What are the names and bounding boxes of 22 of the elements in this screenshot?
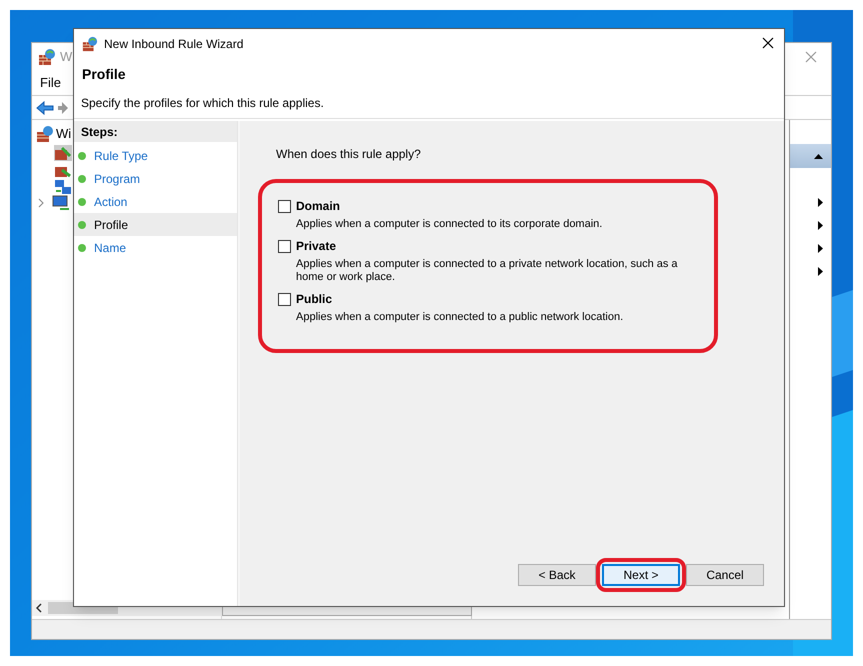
step-item[interactable]: Rule Type [74,144,237,167]
question-text: When does this rule apply? [275,146,422,163]
checkbox-label[interactable]: Domain [296,197,340,215]
window-title: W [60,48,72,66]
dialog-button[interactable]: Cancel [686,564,764,586]
option-description: Applies when a computer is connected to a public network location. [295,310,624,324]
step-item[interactable]: Action [74,190,237,213]
dialog-button[interactable]: < Back [518,564,596,586]
tree-item[interactable]: Wi [56,124,72,144]
step-item[interactable]: Name [74,236,237,259]
window-title: New Inbound Rule Wizard [104,36,244,53]
step-item[interactable]: Program [74,167,237,190]
dialog-button[interactable]: Next > [602,564,680,586]
checkbox-label[interactable]: Public [296,290,332,308]
checkbox-label[interactable]: Private [296,237,336,255]
page-heading: Profile [81,65,127,84]
step-item[interactable]: Profile [74,213,237,236]
menu-item[interactable]: File [40,73,61,93]
steps-heading: Steps: [74,121,237,142]
page-description: Specify the profiles for which this rule applies. [81,95,325,112]
option-description: Applies when a computer is connected to a private network location, such as a home or work place. [295,257,679,284]
option-description: Applies when a computer is connected to its corporate domain. [295,217,604,231]
